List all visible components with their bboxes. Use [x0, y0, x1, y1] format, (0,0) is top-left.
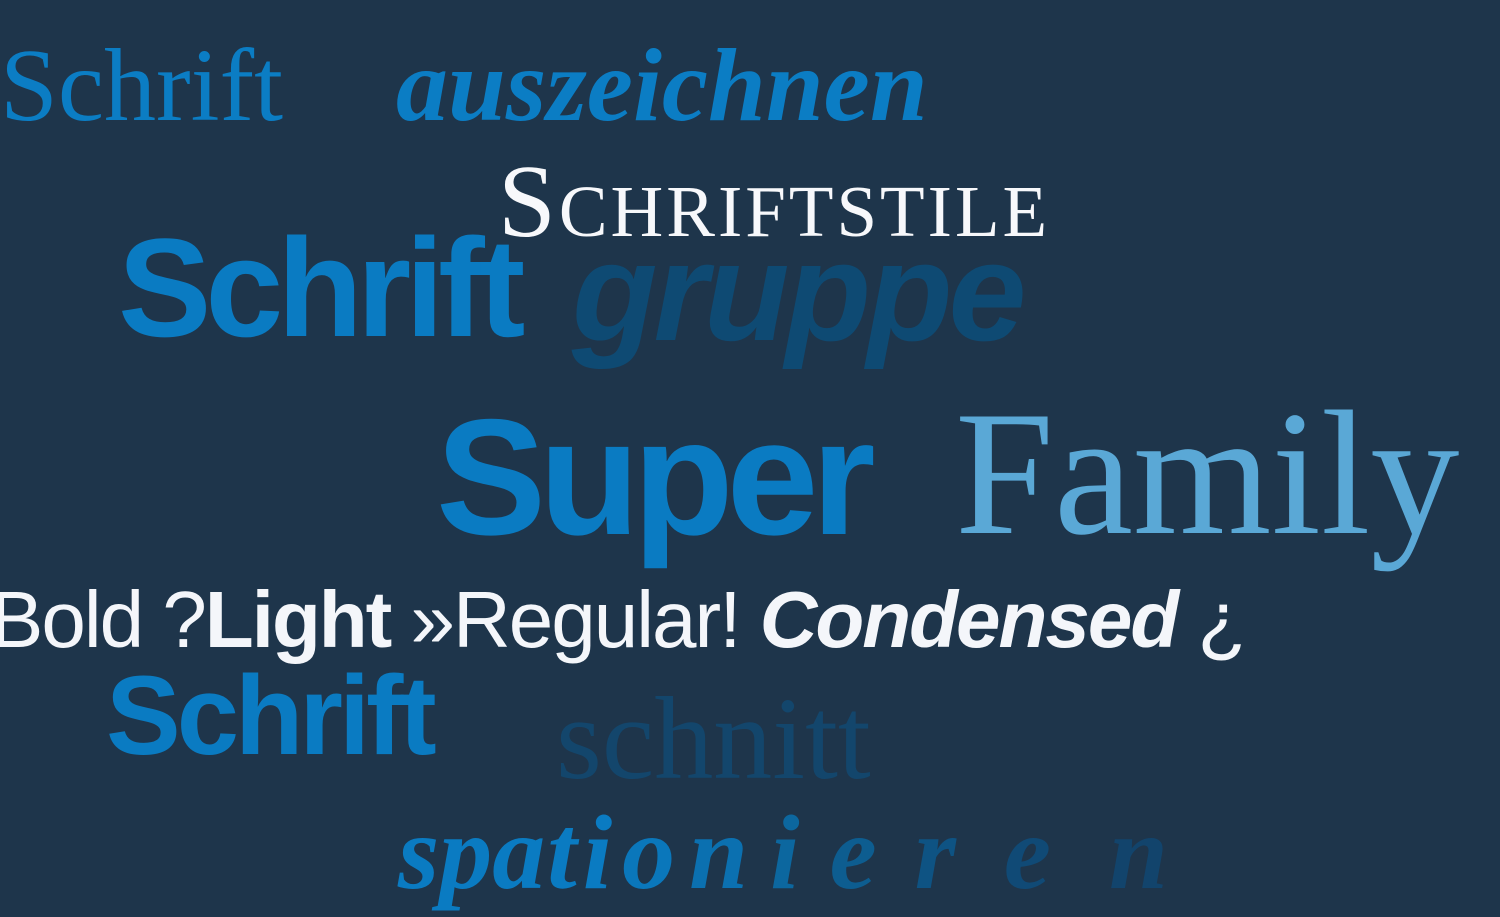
word-family: Family [955, 374, 1460, 572]
letter: r [914, 794, 956, 911]
letter: n [1108, 794, 1168, 911]
style-names-line: Bold ?Light »Regular! Condensed ¿ [0, 575, 1246, 664]
letter: s [398, 794, 440, 911]
word-auszeichnen: auszeichnen [396, 28, 928, 143]
letter: e [1003, 794, 1051, 911]
typography-banner: Schrift auszeichnen Schriftstile Schrift… [0, 0, 1500, 917]
word-condensed: Condensed [759, 575, 1180, 664]
letter: n [689, 794, 749, 911]
letter: i [582, 794, 613, 911]
word-regular: »Regular! [390, 575, 760, 664]
letter: e [829, 794, 877, 911]
word-super: Super [436, 385, 876, 569]
word-schrift-2: Schrift [118, 209, 525, 366]
letter: t [547, 794, 577, 911]
letter: p [439, 794, 493, 911]
word-schrift-1: Schrift [0, 28, 284, 143]
inverted-question-mark: ¿ [1177, 575, 1246, 664]
word-schnitt: schnitt [556, 673, 871, 804]
word-bold: Bold ? [0, 575, 207, 664]
letter: o [622, 794, 676, 911]
word-spationieren: spatio n i e r e n [398, 800, 1168, 906]
word-gruppe: gruppe [572, 213, 1026, 370]
word-light: Light [204, 575, 392, 664]
letter: a [492, 794, 546, 911]
letter: i [770, 794, 800, 911]
word-schrift-3: Schrift [106, 653, 437, 778]
